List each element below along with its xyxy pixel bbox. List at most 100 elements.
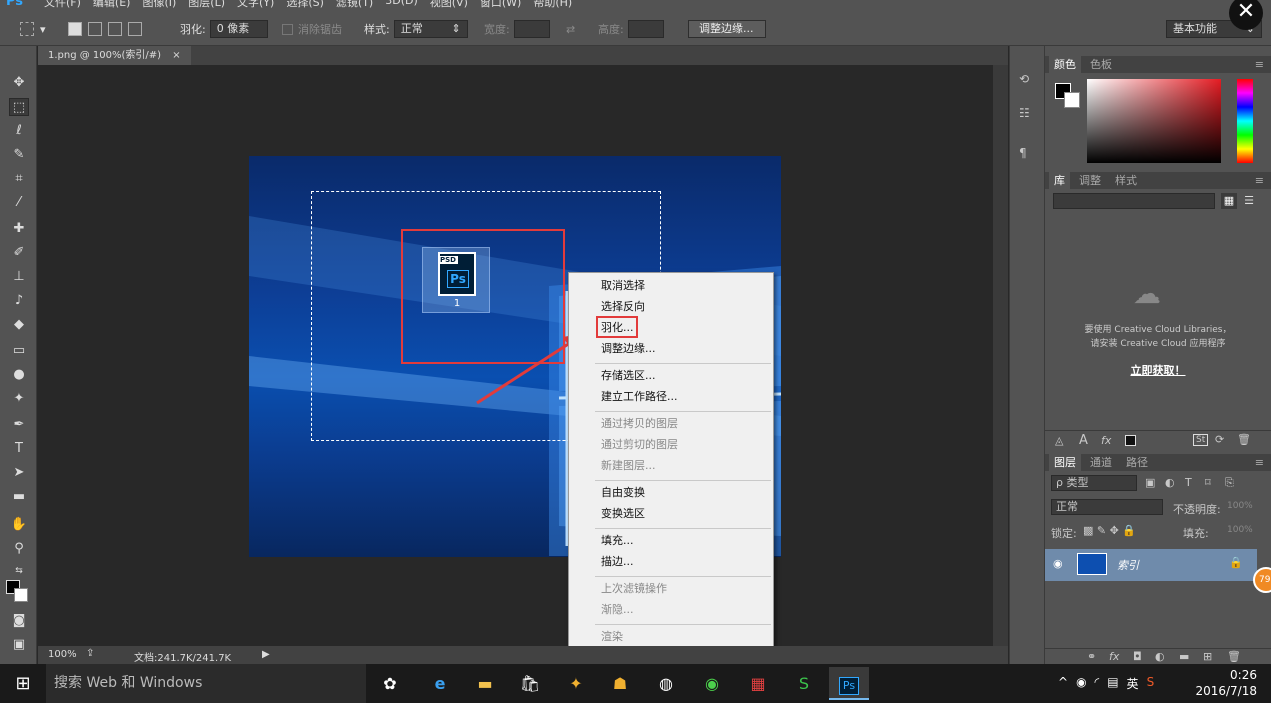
close-tab-icon[interactable]: × [172,50,180,61]
panel-menu-icon[interactable]: ≡ [1250,454,1269,471]
windows-start-icon[interactable]: ⊞ [0,664,46,703]
quick-select-tool-icon[interactable]: ✎ [9,146,29,164]
context-menu-item[interactable]: 自由变换 [601,484,645,502]
taskbar-search-box[interactable]: 搜索 Web 和 Windows [46,664,366,703]
filter-pixel-icon[interactable]: ▣ [1145,476,1155,489]
background-swatch[interactable] [1064,92,1080,108]
new-layer-icon[interactable]: ⊞ [1203,650,1212,663]
color-panel-tab[interactable]: 颜色 [1049,56,1081,73]
context-menu-item[interactable]: 填充... [601,532,634,550]
color-panel-tab[interactable]: 色板 [1085,56,1117,73]
sogou-icon[interactable]: S [1147,675,1155,692]
canvas-area[interactable]: PSD Ps 1 [38,65,993,646]
fan-app-icon[interactable]: ✿ [370,667,410,700]
notification-badge[interactable]: 79 [1253,567,1271,593]
menu-item[interactable]: 图像(I) [142,0,176,10]
add-selection-icon[interactable] [88,22,102,36]
refine-edge-button[interactable]: 调整边缘... [688,20,766,38]
vertical-scrollbar[interactable] [993,65,1008,646]
panel-menu-icon[interactable]: ≡ [1250,172,1269,189]
tray-chevron-icon[interactable]: ^ [1058,675,1068,692]
app-icon-7[interactable]: ◍ [646,667,686,700]
filter-adjust-icon[interactable]: ◐ [1165,476,1175,489]
width-input[interactable] [513,20,550,38]
marquee-preset-picker[interactable]: ▾ [20,20,46,38]
layer-row[interactable]: ◉ 索引 🔒 [1045,549,1257,581]
adjustment-layer-icon[interactable]: ◐ [1155,650,1165,663]
eyedropper-tool-icon[interactable]: ⁄ [9,194,29,212]
rectangle-tool-icon[interactable]: ▬ [9,488,29,506]
context-menu-item[interactable]: 调整边缘... [601,340,656,358]
zoom-tool-icon[interactable]: ⚲ [9,540,29,558]
layer-fx-icon[interactable]: fx [1109,650,1119,663]
wifi-icon[interactable]: ◜ [1095,675,1100,692]
menu-item[interactable]: 视图(V) [430,0,468,10]
menu-item[interactable]: 编辑(E) [93,0,131,10]
menu-item[interactable]: 帮助(H) [533,0,572,10]
opacity-value[interactable]: 100% [1227,501,1253,511]
layer-filter-select[interactable]: ρ 类型 [1051,475,1137,491]
properties-panel-icon[interactable]: ☷ [1019,106,1030,120]
add-layer-style-icon[interactable]: fx [1101,434,1111,447]
store-icon[interactable]: 🛍 [510,667,550,700]
layers-panel-tab[interactable]: 路径 [1121,454,1153,471]
quick-mask-icon[interactable]: ◙ [9,612,29,630]
layer-mask-icon[interactable]: ◘ [1133,650,1142,663]
history-brush-tool-icon[interactable]: ♪ [9,292,29,310]
antialias-checkbox[interactable]: 消除锯齿 [282,20,342,38]
context-menu-item[interactable]: 变换选区 [601,505,645,523]
library-select[interactable] [1053,193,1215,209]
app-icon-6[interactable]: ☗ [600,667,640,700]
fill-value[interactable]: 100% [1227,525,1253,535]
edge-browser-icon[interactable]: e [420,667,460,700]
message-icon[interactable]: ▤ [1107,675,1118,692]
style-select[interactable]: 正常 ⇕ [393,20,468,38]
cc-get-link[interactable]: 立即获取！ [1045,362,1271,378]
eye-icon[interactable]: ◉ [1053,557,1063,570]
context-menu-item[interactable]: 取消选择 [601,277,645,295]
eraser-tool-icon[interactable]: ◆ [9,316,29,334]
photoshop-taskbar-icon[interactable]: Ps [829,667,869,700]
app-icon-9[interactable]: ▦ [738,667,778,700]
filter-shape-icon[interactable]: ⌑ [1205,476,1211,489]
filter-type-icon[interactable]: T [1185,476,1192,489]
screen-mode-icon[interactable]: ▣ [9,636,29,654]
app-icon-5[interactable]: ✦ [556,667,596,700]
menu-item[interactable]: 滤镜(T) [336,0,373,10]
filter-smart-icon[interactable]: ⎘ [1225,476,1234,490]
group-icon[interactable]: ▬ [1179,650,1189,663]
delete-layer-icon[interactable]: 🗑 [1227,650,1241,663]
tray-app-icon[interactable]: ◉ [1076,675,1086,692]
list-view-icon[interactable]: ☰ [1241,193,1257,209]
layers-panel-tab[interactable]: 图层 [1049,454,1081,471]
history-panel-icon[interactable]: ⟲ [1019,72,1029,86]
marquee-tool-icon[interactable]: ⬚ [9,98,29,116]
link-layers-icon[interactable]: ⚭ [1087,650,1096,663]
brush-tool-icon[interactable]: ✐ [9,244,29,262]
app-icon-10[interactable]: S [784,667,824,700]
type-tool-icon[interactable]: T [9,440,29,458]
intersect-selection-icon[interactable] [128,22,142,36]
trash-icon[interactable]: 🗑 [1237,433,1251,446]
dodge-tool-icon[interactable]: ✦ [9,390,29,408]
menu-item[interactable]: 图层(L) [188,0,225,10]
input-language[interactable]: 英 [1127,675,1139,692]
file-explorer-icon[interactable]: ▬ [465,667,505,700]
export-icon[interactable]: ⇪ [86,648,94,659]
hand-tool-icon[interactable]: ✋ [9,516,29,534]
context-menu-item[interactable]: 存储选区... [601,367,656,385]
move-tool-icon[interactable]: ✥ [9,74,29,92]
pen-tool-icon[interactable]: ✒ [9,416,29,434]
path-select-tool-icon[interactable]: ➤ [9,464,29,482]
lock-icons[interactable]: ▩ ✎ ✥ 🔒 [1083,524,1136,537]
context-menu-item[interactable]: 描边... [601,553,634,571]
healing-brush-tool-icon[interactable]: ✚ [9,220,29,238]
menu-item[interactable]: 文件(F) [44,0,81,10]
library-panel-tab[interactable]: 调整 [1074,172,1106,189]
document-tab[interactable]: 1.png @ 100%(索引/#) × [38,46,191,65]
context-menu-item[interactable]: 建立工作路径... [601,388,678,406]
status-menu-arrow-icon[interactable]: ▶ [262,649,270,660]
swap-colors-icon[interactable]: ⇆ [9,562,29,580]
stock-icon[interactable]: St [1193,434,1209,446]
menu-item[interactable]: 3D(D) [385,0,418,10]
